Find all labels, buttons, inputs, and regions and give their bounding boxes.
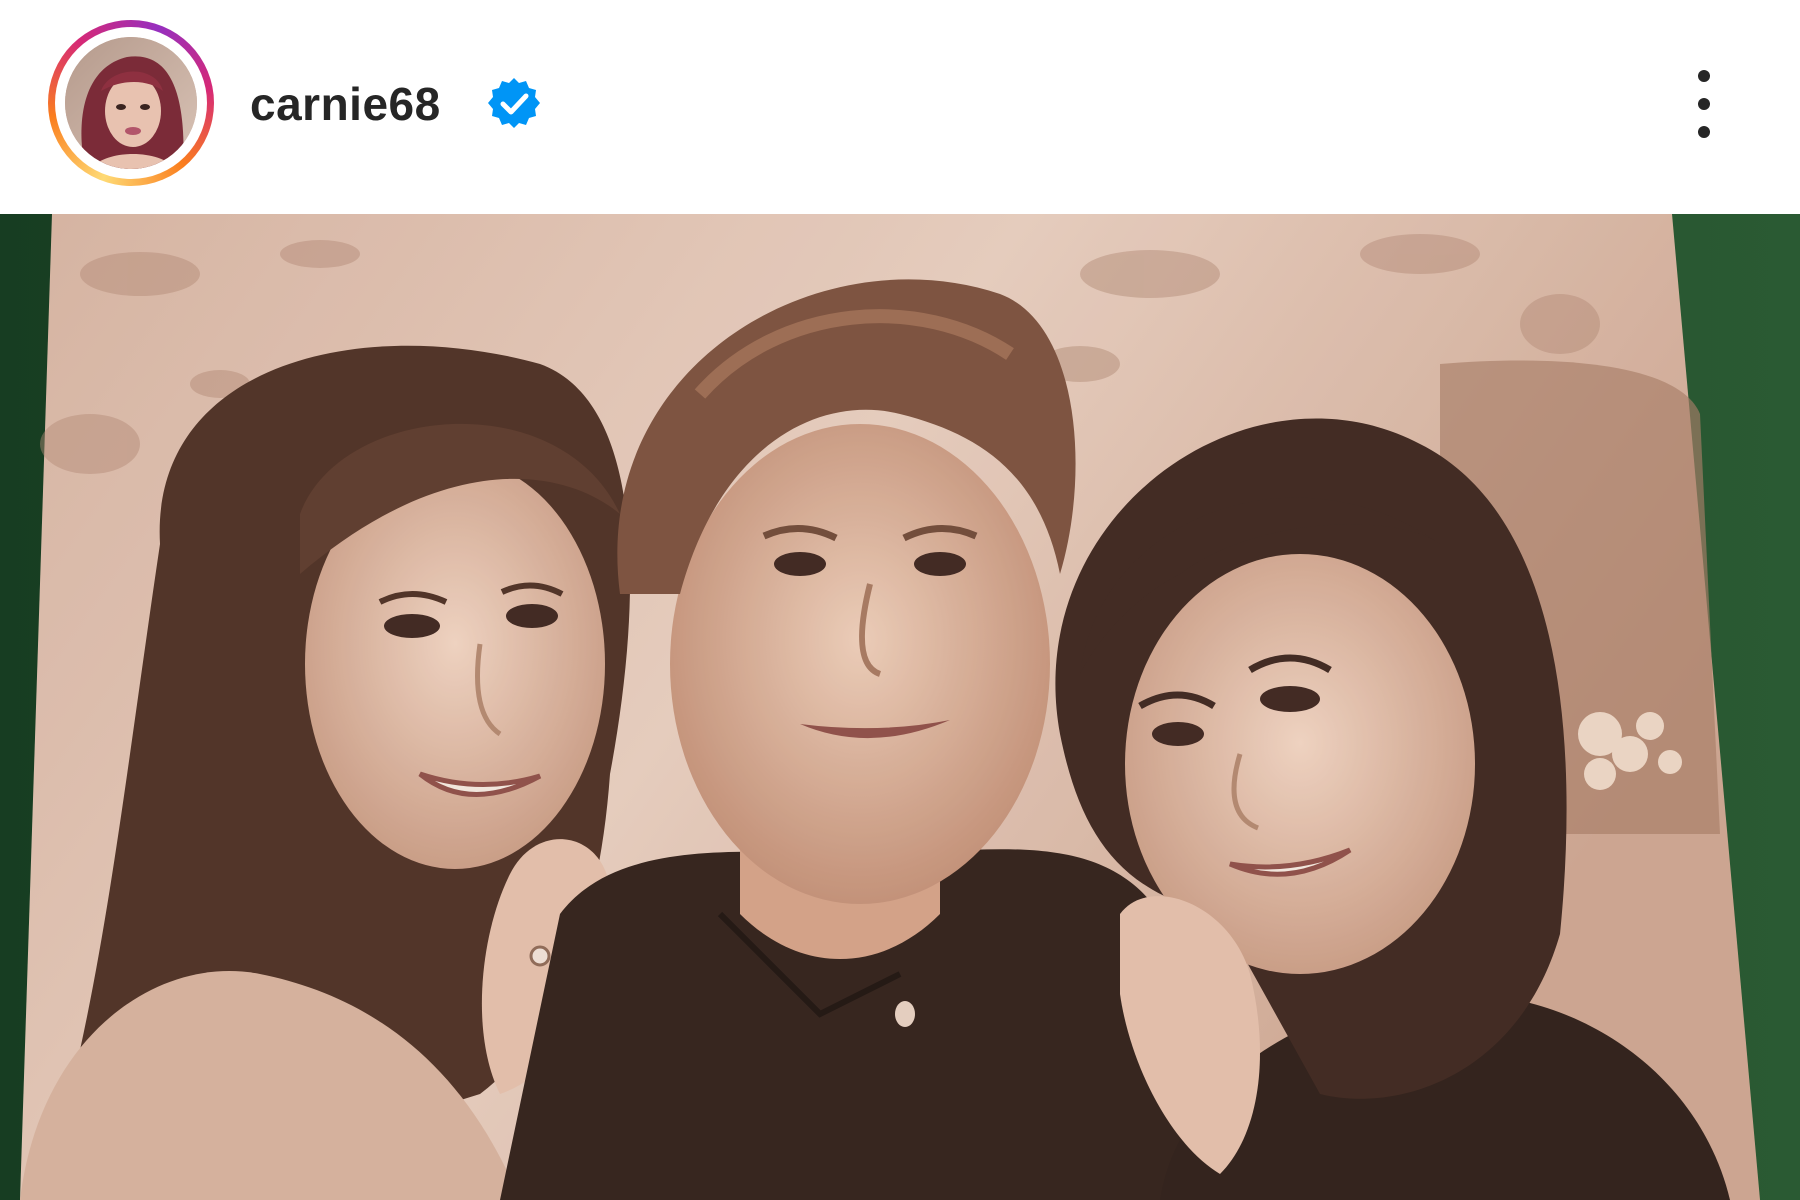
sepia-photograph <box>0 214 1800 1200</box>
avatar[interactable] <box>65 37 197 169</box>
verified-badge-icon <box>488 78 540 128</box>
profile-photo-icon <box>65 37 197 169</box>
more-vertical-icon <box>1698 70 1710 138</box>
instagram-post: carnie68 <box>0 0 1800 1200</box>
story-ring[interactable] <box>48 20 214 186</box>
post-header: carnie68 <box>0 0 1800 214</box>
username[interactable]: carnie68 <box>250 76 441 132</box>
more-options-button[interactable] <box>1672 62 1736 146</box>
story-ring-gap <box>55 27 207 179</box>
post-photo[interactable] <box>0 214 1800 1200</box>
